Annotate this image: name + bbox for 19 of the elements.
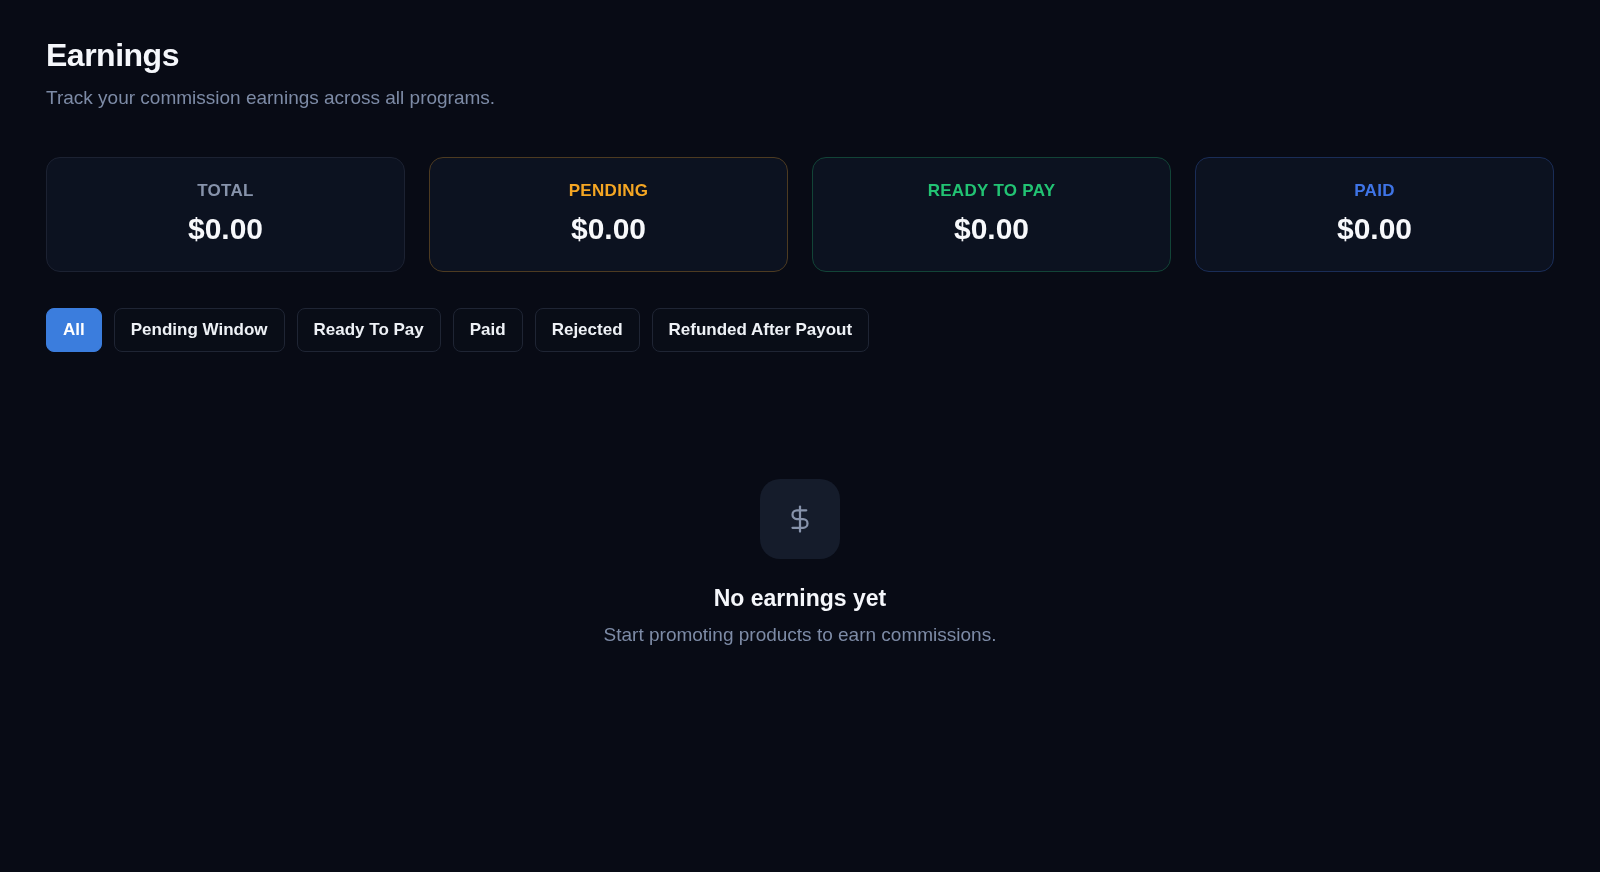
filter-tab[interactable]: Paid <box>452 308 523 352</box>
empty-state-title: No earnings yet <box>713 584 887 612</box>
filter-tab[interactable]: Ready To Pay <box>296 308 441 352</box>
filter-tab[interactable]: All <box>46 308 102 352</box>
filter-tab[interactable]: Refunded After Payout <box>651 308 870 352</box>
dollar-sign-icon <box>760 479 840 559</box>
card-value: $0.00 <box>187 212 264 246</box>
card-label: PENDING <box>568 181 649 201</box>
card-value: $0.00 <box>570 212 647 246</box>
card-label: TOTAL <box>197 181 254 201</box>
filter-tab[interactable]: Rejected <box>534 308 640 352</box>
filter-tab[interactable]: Pending Window <box>113 308 285 352</box>
card-label: READY TO PAY <box>927 181 1056 201</box>
card-label: PAID <box>1354 181 1395 201</box>
page-title: Earnings <box>46 36 179 74</box>
empty-state-message: Start promoting products to earn commissions. <box>603 623 997 647</box>
card-value: $0.00 <box>953 212 1030 246</box>
card-value: $0.00 <box>1336 212 1413 246</box>
page-subtitle: Track your commission earnings across all programs. <box>46 86 496 110</box>
